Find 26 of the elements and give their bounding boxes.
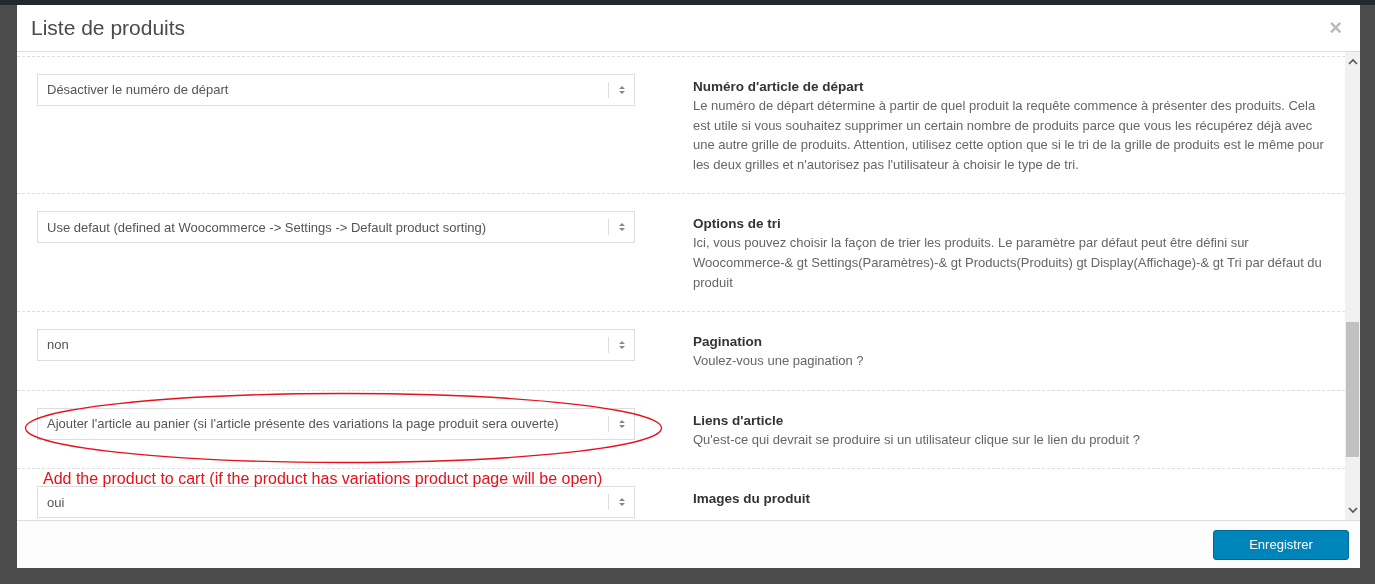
setting-description: Le numéro de départ détermine à partir de quel produit la requête commence à présenter des produits. Cela est utile si vous souhaitez supprimer un certain nombre de produits parce que vous les récupérez déjà avec une autre grille de produits. Attention, utilisez cette option que si le tri de la grille de produits est le même pour les deux grilles et n'autorisez pas l'utilisateur à choisir le type de tri.	[693, 97, 1325, 174]
setting-label: Numéro d'article de départ	[693, 78, 865, 96]
setting-label: Liens d'article	[693, 411, 785, 430]
modal-title: Liste de produits	[31, 15, 186, 41]
scroll-down-icon[interactable]	[1347, 506, 1358, 514]
updown-caret-icon	[618, 221, 626, 234]
save-button[interactable]: Enregistrer	[1213, 529, 1349, 560]
dropdown[interactable]: oui	[37, 486, 635, 519]
annotation-text: Add the product to cart (if the product has variations product page will be open)	[43, 469, 603, 489]
setting-description: Ici, vous pouvez choisir la façon de trier les produits. Le paramètre par défaut peut être défini sur Woocommerce-& gt Settings(Paramètres)-& gt Products(Produits) gt Display(Affichage)-& gt Tri par défaut du produit	[693, 234, 1323, 292]
updown-caret-icon	[618, 496, 626, 509]
dropdown[interactable]: Ajouter l'article au panier (si l'article présente des variations la page produit sera ouverte)	[37, 407, 635, 440]
updown-caret-icon	[618, 339, 626, 352]
dropdown[interactable]: Use defaut (defined at Woocommerce -> Settings -> Default product sorting)	[37, 211, 635, 244]
scrollbar[interactable]	[1345, 52, 1360, 520]
setting-description: Voulez-vous une pagination ?	[693, 352, 865, 371]
scrollbar-thumb[interactable]	[1346, 322, 1359, 457]
setting-description: Qu'est-ce qui devrait se produire si un utilisateur clique sur le lien du produit ?	[693, 430, 1141, 449]
dropdown[interactable]: non	[37, 329, 635, 362]
setting-label: Images du produit	[693, 490, 811, 509]
scroll-up-icon[interactable]	[1347, 58, 1358, 66]
updown-caret-icon	[618, 417, 626, 430]
setting-label: Options de tri	[693, 215, 782, 234]
setting-label: Pagination	[693, 333, 763, 352]
updown-caret-icon	[618, 84, 626, 96]
dropdown[interactable]: Désactiver le numéro de départ	[37, 74, 635, 106]
